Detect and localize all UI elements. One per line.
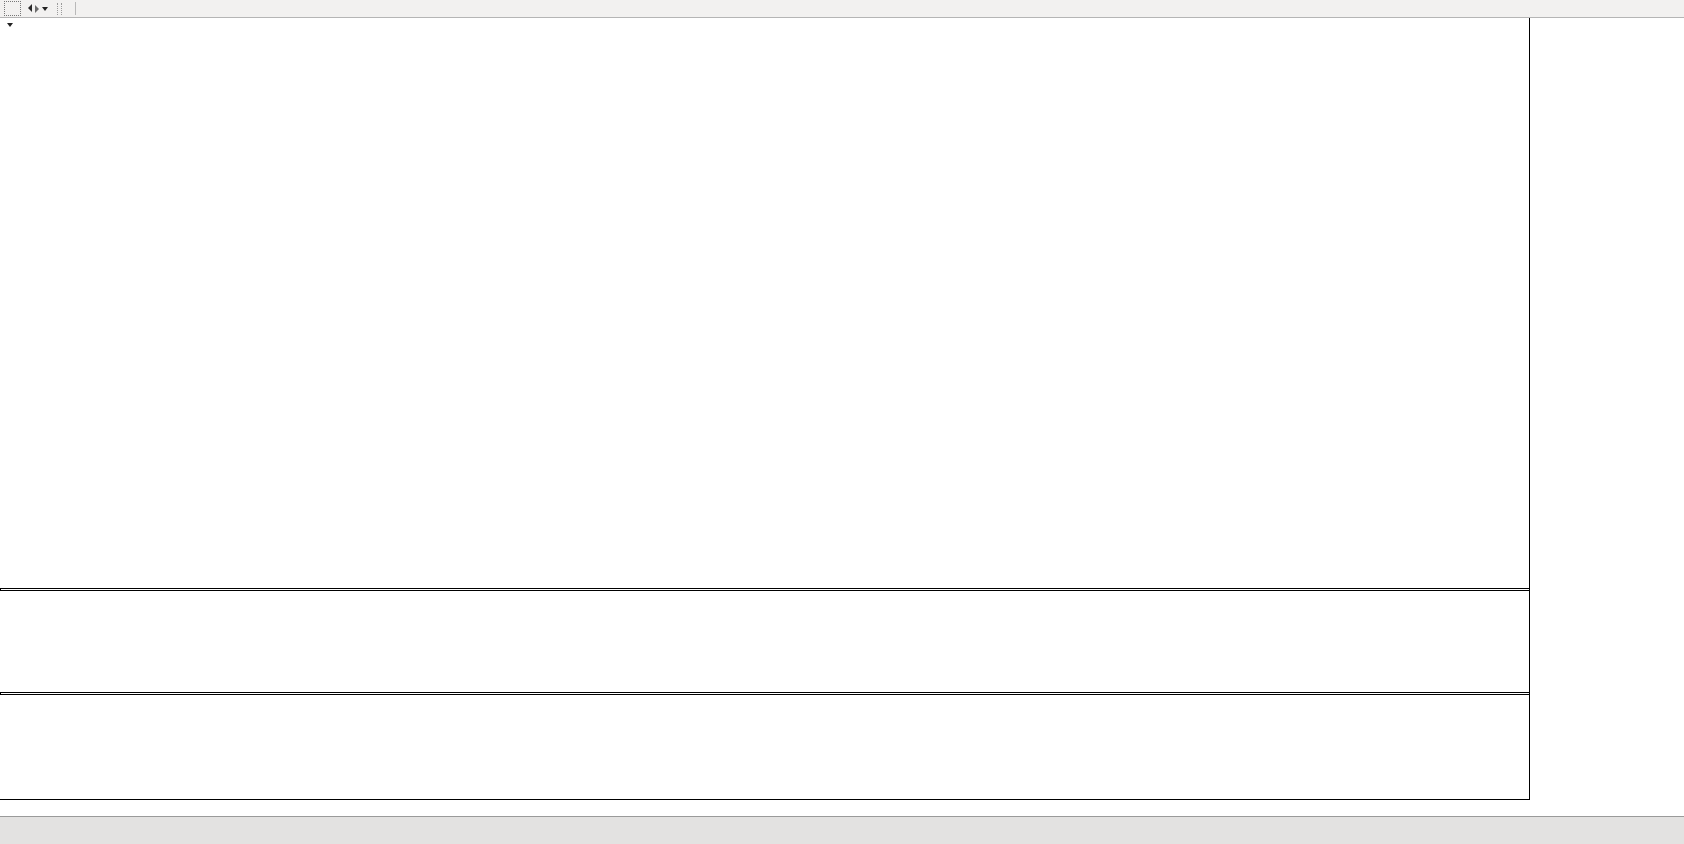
price-axis[interactable] (1529, 18, 1684, 800)
toolbar-grip[interactable] (57, 3, 62, 15)
date-axis[interactable] (0, 800, 1529, 816)
rsi-panel (0, 590, 1529, 693)
chart-menu-icon[interactable] (7, 23, 13, 27)
pointer-mode-icon (27, 2, 40, 15)
pointer-tool-button[interactable] (23, 1, 52, 17)
macd-canvas[interactable] (0, 695, 1529, 799)
chart-title (7, 23, 38, 27)
toolbar (0, 0, 1684, 18)
macd-panel (0, 694, 1529, 800)
chevron-down-icon (42, 7, 48, 11)
rsi-canvas[interactable] (0, 591, 1529, 692)
mt4-window (0, 0, 1684, 844)
text-tool-button[interactable] (4, 1, 21, 16)
toolbar-separator (75, 2, 76, 15)
price-chart-panel (0, 18, 1529, 589)
price-chart-canvas[interactable] (0, 18, 1529, 588)
chart-tab-bar (0, 816, 1684, 844)
